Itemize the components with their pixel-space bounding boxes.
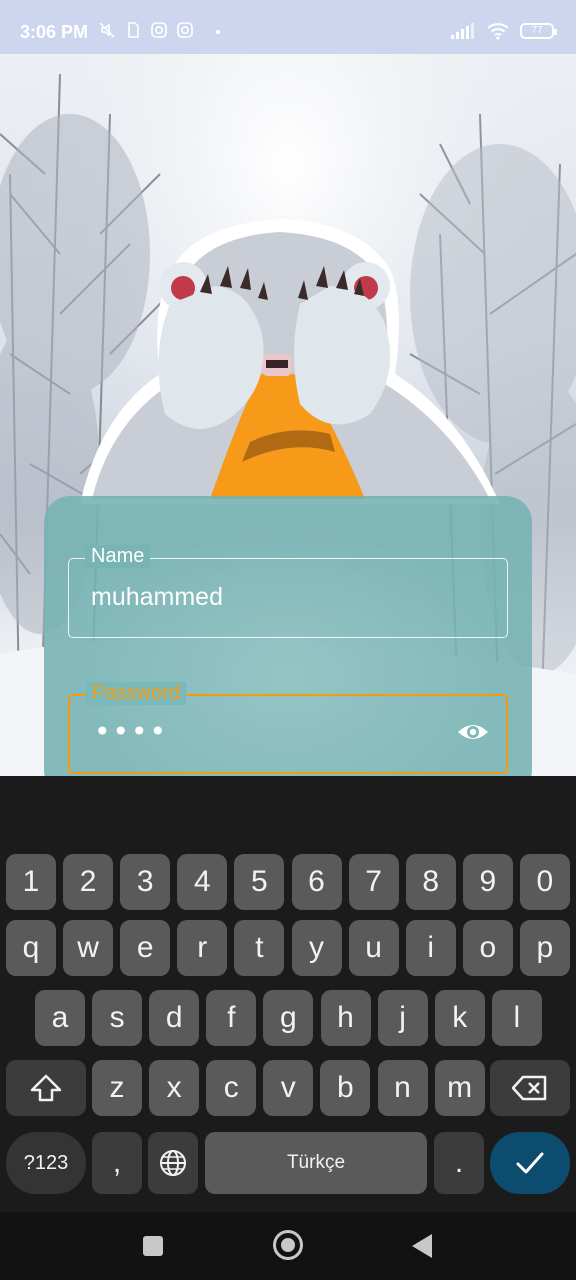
key-b[interactable]: b bbox=[320, 1060, 371, 1116]
key-l[interactable]: l bbox=[491, 990, 542, 1046]
checkmark-icon bbox=[516, 1152, 544, 1174]
key-n[interactable]: n bbox=[377, 1060, 428, 1116]
notification-dot bbox=[216, 30, 220, 34]
key-6[interactable]: 6 bbox=[291, 854, 342, 910]
instagram-icon bbox=[151, 22, 167, 38]
key-d[interactable]: d bbox=[149, 990, 200, 1046]
key-y[interactable]: y bbox=[291, 920, 342, 976]
wifi-icon bbox=[487, 23, 509, 40]
sd-card-icon bbox=[128, 22, 139, 38]
system-icons: 77 bbox=[450, 22, 557, 40]
key-j[interactable]: j bbox=[377, 990, 428, 1046]
key-i[interactable]: i bbox=[405, 920, 456, 976]
symbols-key[interactable]: ?123 bbox=[6, 1132, 86, 1194]
key-v[interactable]: v bbox=[263, 1060, 314, 1116]
key-z[interactable]: z bbox=[92, 1060, 142, 1116]
navigation-bar bbox=[0, 1212, 576, 1280]
signal-icon bbox=[451, 23, 474, 39]
status-time: 3:06 PM bbox=[20, 22, 89, 42]
battery-icon: 77 bbox=[520, 23, 557, 39]
eye-icon[interactable] bbox=[456, 720, 490, 744]
globe-icon bbox=[160, 1150, 186, 1176]
key-t[interactable]: t bbox=[234, 920, 285, 976]
comma-key[interactable]: , bbox=[92, 1132, 142, 1194]
key-h[interactable]: h bbox=[320, 990, 371, 1046]
key-u[interactable]: u bbox=[348, 920, 399, 976]
key-g[interactable]: g bbox=[263, 990, 314, 1046]
recents-button[interactable] bbox=[143, 1236, 163, 1256]
key-9[interactable]: 9 bbox=[462, 854, 513, 910]
key-r[interactable]: r bbox=[177, 920, 228, 976]
key-c[interactable]: c bbox=[206, 1060, 257, 1116]
enter-key[interactable] bbox=[490, 1132, 570, 1194]
key-7[interactable]: 7 bbox=[348, 854, 399, 910]
password-label: Password bbox=[86, 682, 186, 705]
key-q[interactable]: q bbox=[6, 920, 56, 976]
mute-icon bbox=[99, 22, 115, 38]
password-field[interactable]: Password •••• bbox=[68, 682, 508, 774]
key-a[interactable]: a bbox=[35, 990, 85, 1046]
key-2[interactable]: 2 bbox=[63, 854, 114, 910]
name-field[interactable]: Name muhammed bbox=[68, 545, 508, 638]
key-s[interactable]: s bbox=[92, 990, 143, 1046]
space-key[interactable]: Türkçe bbox=[205, 1132, 427, 1194]
password-input-value[interactable]: •••• bbox=[94, 718, 168, 746]
battery-level: 77 bbox=[531, 25, 543, 36]
name-input-value[interactable]: muhammed bbox=[91, 583, 223, 612]
shift-icon bbox=[30, 1074, 62, 1102]
key-3[interactable]: 3 bbox=[120, 854, 171, 910]
language-key[interactable] bbox=[148, 1132, 198, 1194]
backspace-key[interactable] bbox=[490, 1060, 570, 1116]
key-f[interactable]: f bbox=[206, 990, 257, 1046]
backspace-icon bbox=[511, 1075, 547, 1101]
keyboard: 1234567890 qwertyuiop asdfghjkl zxcvbnm … bbox=[0, 776, 576, 1212]
shift-key[interactable] bbox=[6, 1060, 86, 1116]
key-k[interactable]: k bbox=[434, 990, 485, 1046]
key-x[interactable]: x bbox=[149, 1060, 200, 1116]
key-5[interactable]: 5 bbox=[234, 854, 285, 910]
key-8[interactable]: 8 bbox=[405, 854, 456, 910]
status-bar: 3:06 PM 77 bbox=[0, 0, 576, 54]
back-button[interactable] bbox=[412, 1234, 432, 1258]
key-w[interactable]: w bbox=[63, 920, 114, 976]
key-o[interactable]: o bbox=[462, 920, 513, 976]
key-m[interactable]: m bbox=[434, 1060, 485, 1116]
period-key[interactable]: . bbox=[434, 1132, 484, 1194]
key-0[interactable]: 0 bbox=[519, 854, 570, 910]
notification-icons bbox=[98, 21, 194, 39]
name-label: Name bbox=[85, 545, 151, 568]
key-e[interactable]: e bbox=[120, 920, 171, 976]
instagram-icon bbox=[177, 22, 193, 38]
home-button[interactable] bbox=[273, 1230, 303, 1260]
key-4[interactable]: 4 bbox=[177, 854, 228, 910]
key-p[interactable]: p bbox=[519, 920, 570, 976]
key-1[interactable]: 1 bbox=[6, 854, 56, 910]
